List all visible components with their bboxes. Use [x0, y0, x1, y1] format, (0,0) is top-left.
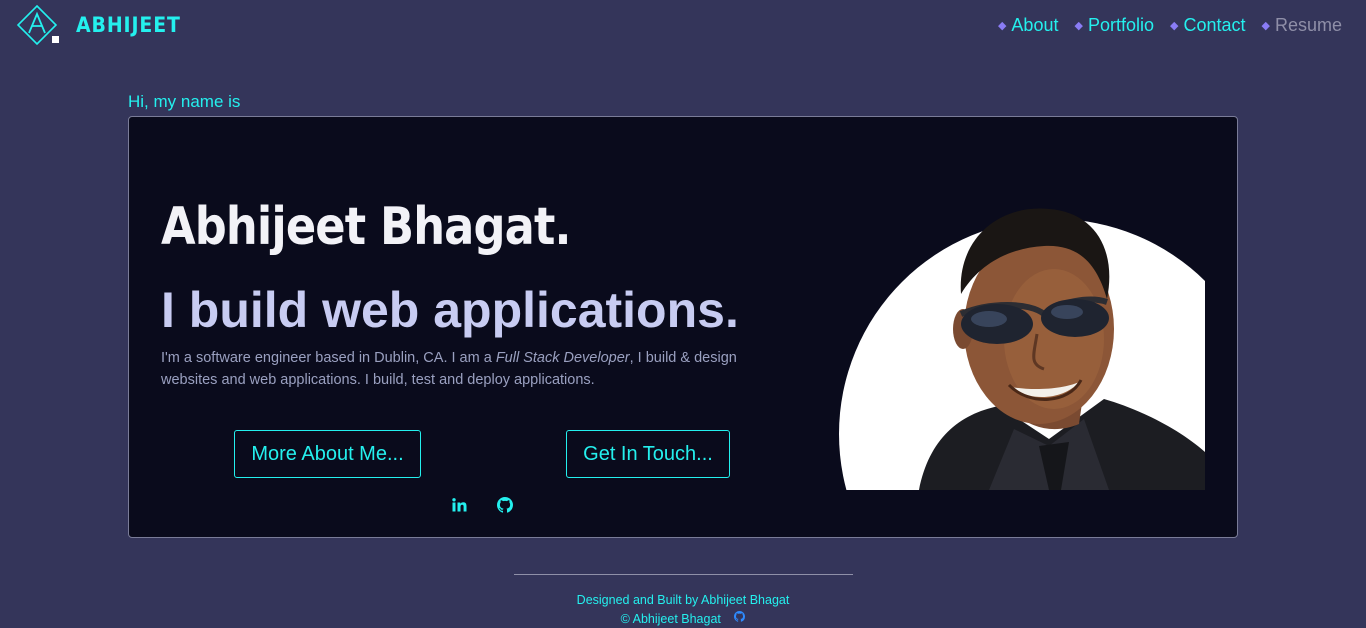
nav-item-about[interactable]: ◆ About	[998, 15, 1059, 36]
top-navbar: ABHIJEET ◆ About ◆ Portfolio ◆ Contact ◆…	[0, 0, 1366, 56]
diamond-bullet-icon: ◆	[1074, 20, 1083, 32]
hero-greeting: Hi, my name is	[128, 92, 241, 111]
more-about-me-button[interactable]: More About Me...	[234, 430, 421, 478]
nav-item-contact[interactable]: ◆ Contact	[1170, 15, 1246, 36]
hero-card: Abhijeet Bhagat. I build web application…	[128, 116, 1238, 538]
profile-photo	[839, 184, 1205, 490]
nav-item-portfolio[interactable]: ◆ Portfolio	[1074, 15, 1154, 36]
footer-github-icon[interactable]	[734, 611, 746, 625]
role-emphasis: Full Stack Developer	[495, 350, 630, 366]
diamond-bullet-icon: ◆	[997, 20, 1007, 32]
diamond-bullet-icon: ◆	[1261, 20, 1270, 32]
get-in-touch-button[interactable]: Get In Touch...	[566, 430, 730, 478]
diamond-bullet-icon: ◆	[1169, 20, 1179, 32]
main-nav: ◆ About ◆ Portfolio ◆ Contact ◆ Resume	[998, 15, 1342, 36]
nav-item-resume[interactable]: ◆ Resume	[1262, 15, 1343, 36]
linkedin-icon[interactable]	[450, 496, 468, 514]
hero-name: Abhijeet Bhagat.	[161, 197, 571, 257]
hero-tagline: I build web applications.	[161, 282, 739, 338]
a-diamond-logo-icon	[16, 5, 59, 45]
footer-divider	[514, 574, 853, 575]
footer-copyright: © Abhijeet Bhagat	[0, 611, 1366, 626]
footer-credit: Designed and Built by Abhijeet Bhagat	[576, 593, 790, 607]
brand-link[interactable]: ABHIJEET	[16, 5, 192, 45]
brand-name: ABHIJEET	[76, 13, 181, 37]
hero-description: I'm a software engineer based in Dublin,…	[161, 350, 737, 388]
github-icon[interactable]	[496, 496, 514, 514]
